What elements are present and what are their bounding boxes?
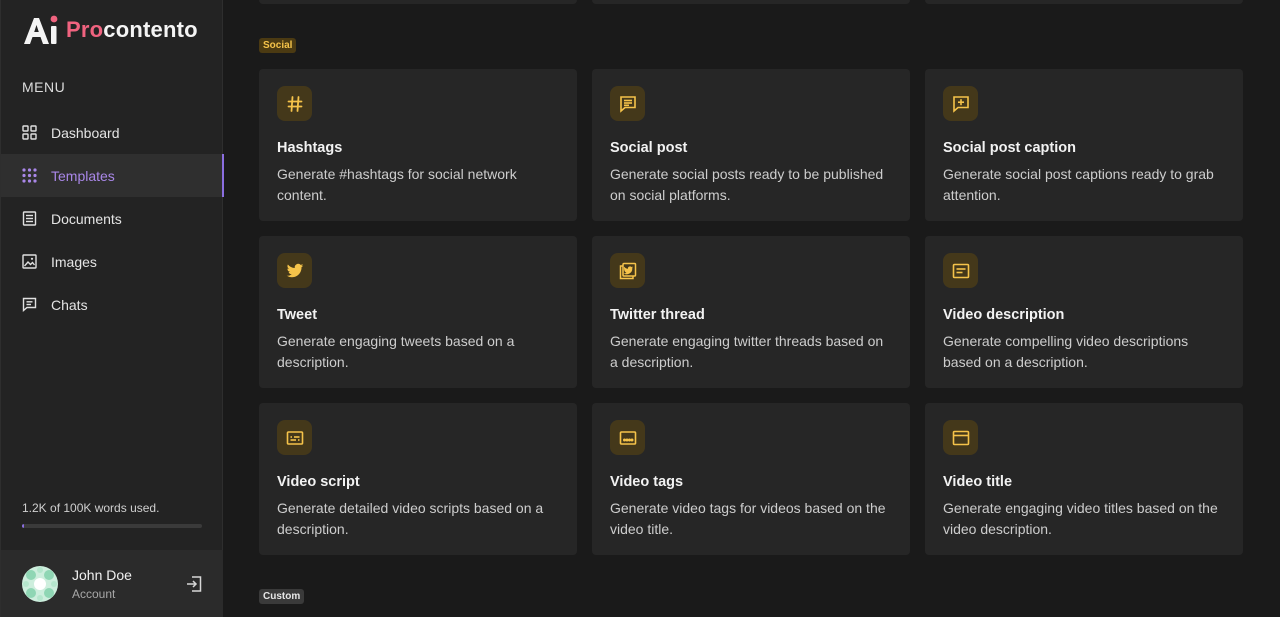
card-description: Generate detailed video scripts based on… bbox=[277, 498, 559, 540]
video-script-icon bbox=[277, 420, 312, 455]
card-description: Generate video tags for videos based on … bbox=[610, 498, 892, 540]
previous-card[interactable] bbox=[259, 0, 577, 4]
templates-grid-icon bbox=[22, 168, 37, 183]
user-role: Account bbox=[72, 587, 132, 601]
card-title: Video title bbox=[943, 474, 1225, 490]
chat-icon bbox=[22, 297, 37, 312]
usage-progress-bar bbox=[22, 524, 202, 528]
dashboard-icon bbox=[22, 125, 37, 140]
card-description: Generate social post captions ready to g… bbox=[943, 164, 1225, 206]
template-card-video-description[interactable]: Video description Generate compelling vi… bbox=[925, 236, 1243, 388]
message-plus-icon bbox=[943, 86, 978, 121]
sidebar-item-chats[interactable]: Chats bbox=[1, 283, 223, 326]
brand-name-rest: contento bbox=[103, 17, 197, 42]
templates-grid: Hashtags Generate #hashtags for social n… bbox=[259, 69, 1243, 555]
menu-title: MENU bbox=[22, 79, 65, 95]
card-title: Tweet bbox=[277, 307, 559, 323]
hashtag-icon bbox=[277, 86, 312, 121]
user-name: John Doe bbox=[72, 567, 132, 583]
logout-icon[interactable] bbox=[185, 575, 203, 593]
card-title: Social post caption bbox=[943, 140, 1225, 156]
sidebar-nav: Dashboard Templates Documents Images bbox=[1, 111, 223, 326]
brand-name-accent: Pro bbox=[66, 17, 103, 42]
sidebar-item-dashboard[interactable]: Dashboard bbox=[1, 111, 223, 154]
message-icon bbox=[610, 86, 645, 121]
template-card-twitter-thread[interactable]: Twitter thread Generate engaging twitter… bbox=[592, 236, 910, 388]
usage-text: 1.2K of 100K words used. bbox=[22, 501, 159, 515]
card-title: Hashtags bbox=[277, 140, 559, 156]
main-content: Social Hashtags Generate #hashtags for s… bbox=[223, 0, 1280, 617]
sidebar-item-documents[interactable]: Documents bbox=[1, 197, 223, 240]
sidebar: Procontento MENU Dashboard Templates D bbox=[0, 0, 223, 617]
sidebar-item-images[interactable]: Images bbox=[1, 240, 223, 283]
sidebar-item-label: Templates bbox=[51, 168, 115, 184]
previous-card[interactable] bbox=[925, 0, 1243, 4]
template-card-social-post-caption[interactable]: Social post caption Generate social post… bbox=[925, 69, 1243, 221]
section-label-custom: Custom bbox=[259, 589, 304, 604]
document-icon bbox=[22, 211, 37, 226]
sidebar-item-label: Documents bbox=[51, 211, 122, 227]
twitter-icon bbox=[277, 253, 312, 288]
logo[interactable]: Procontento bbox=[22, 14, 198, 46]
card-description: Generate #hashtags for social network co… bbox=[277, 164, 559, 206]
template-card-video-script[interactable]: Video script Generate detailed video scr… bbox=[259, 403, 577, 555]
previous-card[interactable] bbox=[592, 0, 910, 4]
card-description: Generate social posts ready to be publis… bbox=[610, 164, 892, 206]
template-card-video-tags[interactable]: Video tags Generate video tags for video… bbox=[592, 403, 910, 555]
sidebar-item-label: Chats bbox=[51, 297, 88, 313]
twitter-thread-icon bbox=[610, 253, 645, 288]
section-label-social: Social bbox=[259, 38, 296, 53]
usage-progress-fill bbox=[22, 524, 24, 528]
card-description: Generate engaging tweets based on a desc… bbox=[277, 331, 559, 373]
logo-mark-icon bbox=[22, 14, 60, 46]
user-panel[interactable]: John Doe Account bbox=[1, 550, 223, 617]
template-card-tweet[interactable]: Tweet Generate engaging tweets based on … bbox=[259, 236, 577, 388]
card-title: Video tags bbox=[610, 474, 892, 490]
app: Procontento MENU Dashboard Templates D bbox=[0, 0, 1280, 617]
sidebar-item-label: Images bbox=[51, 254, 97, 270]
card-description: Generate engaging twitter threads based … bbox=[610, 331, 892, 373]
user-info: John Doe Account bbox=[72, 567, 132, 601]
card-description: Generate compelling video descriptions b… bbox=[943, 331, 1225, 373]
template-card-video-title[interactable]: Video title Generate engaging video titl… bbox=[925, 403, 1243, 555]
template-card-hashtags[interactable]: Hashtags Generate #hashtags for social n… bbox=[259, 69, 577, 221]
card-title: Social post bbox=[610, 140, 892, 156]
sidebar-item-label: Dashboard bbox=[51, 125, 120, 141]
video-title-icon bbox=[943, 420, 978, 455]
video-tags-icon bbox=[610, 420, 645, 455]
card-description: Generate engaging video titles based on … bbox=[943, 498, 1225, 540]
card-title: Video script bbox=[277, 474, 559, 490]
template-card-social-post[interactable]: Social post Generate social posts ready … bbox=[592, 69, 910, 221]
card-title: Video description bbox=[943, 307, 1225, 323]
brand-name: Procontento bbox=[66, 17, 198, 43]
card-title: Twitter thread bbox=[610, 307, 892, 323]
sidebar-item-templates[interactable]: Templates bbox=[1, 154, 223, 197]
video-description-icon bbox=[943, 253, 978, 288]
avatar[interactable] bbox=[22, 566, 58, 602]
image-icon bbox=[22, 254, 37, 269]
